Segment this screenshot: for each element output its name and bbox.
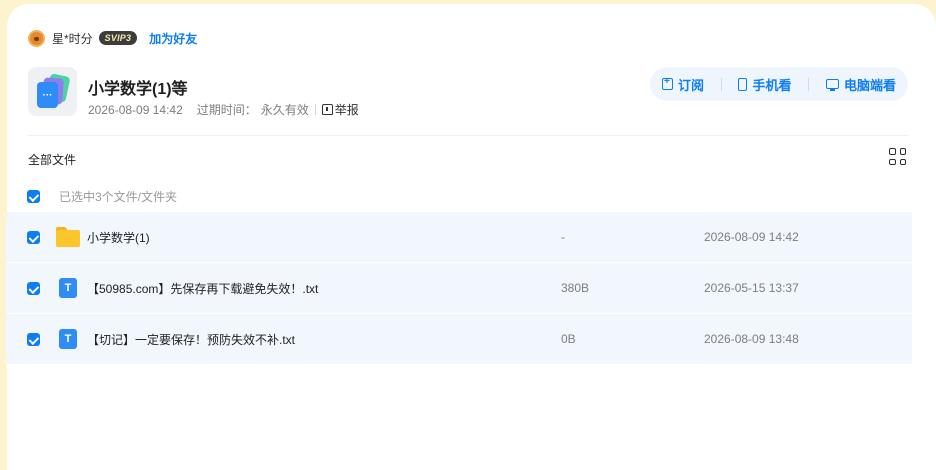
all-files-breadcrumb[interactable]: 全部文件: [28, 151, 76, 168]
folder-icon: [56, 227, 80, 247]
share-title: 小学数学(1)等: [88, 81, 188, 98]
username: 星*时分: [52, 31, 93, 46]
share-bundle-icon: ···: [28, 67, 77, 116]
file-date: 2026-08-09 13:48: [704, 332, 799, 346]
file-date: 2026-05-15 13:37: [704, 281, 799, 295]
meta-divider: [314, 104, 316, 115]
monitor-icon: [825, 79, 839, 91]
pc-view-label: 电脑端看: [843, 77, 896, 93]
report-icon: [321, 104, 333, 115]
pc-view-button[interactable]: 电脑端看: [825, 75, 896, 94]
file-name[interactable]: 【切记】一定要保存！预防失效不补.txt: [87, 331, 295, 348]
add-friend-link[interactable]: 加为好友: [149, 30, 197, 47]
file-name[interactable]: 小学数学(1): [87, 229, 150, 246]
file-size: 380B: [561, 281, 590, 295]
file-size: -: [561, 230, 565, 244]
file-row-txt[interactable]: T 【50985.com】先保存再下载避免失效！.txt 380B 2026-0…: [6, 263, 912, 314]
text-file-icon: T: [59, 329, 77, 349]
expire-label: 过期时间：: [196, 103, 257, 117]
selection-summary: 已选中3个文件/文件夹: [59, 190, 178, 204]
mobile-view-label: 手机看: [752, 77, 792, 93]
file-row-txt[interactable]: T 【切记】一定要保存！预防失效不补.txt 0B 2026-08-09 13:…: [6, 314, 912, 365]
header-divider: [28, 135, 908, 136]
grid-view-icon[interactable]: [889, 148, 906, 165]
report-link[interactable]: 举报: [321, 101, 359, 118]
text-file-icon: T: [59, 278, 77, 298]
row-checkbox[interactable]: [27, 282, 40, 295]
phone-icon: [738, 77, 748, 91]
subscribe-button[interactable]: 订阅: [662, 75, 704, 94]
share-meta: 2026-08-09 14:42 过期时间： 永久有效 举报: [88, 101, 359, 118]
share-header: ··· 小学数学(1)等 2026-08-09 14:42 过期时间： 永久有效…: [28, 67, 908, 119]
row-checkbox[interactable]: [27, 333, 40, 346]
file-row-folder[interactable]: 小学数学(1) - 2026-08-09 14:42: [6, 212, 912, 263]
file-date: 2026-08-09 14:42: [704, 230, 799, 244]
file-list: 小学数学(1) - 2026-08-09 14:42 T 【50985.com】…: [6, 212, 912, 365]
mobile-view-button[interactable]: 手机看: [738, 75, 792, 94]
expire-value: 永久有效: [260, 103, 309, 117]
avatar[interactable]: [28, 29, 45, 47]
subscribe-label: 订阅: [678, 77, 705, 93]
select-all-checkbox[interactable]: [27, 190, 40, 203]
file-name[interactable]: 【50985.com】先保存再下载避免失效！.txt: [87, 280, 318, 297]
action-divider: [720, 77, 722, 91]
sharer-info: 星*时分 SVIP3 加为好友: [28, 29, 197, 47]
subscribe-icon: [662, 76, 673, 90]
select-all-row: 已选中3个文件/文件夹: [27, 188, 177, 205]
vip-badge: SVIP3: [98, 31, 138, 45]
share-date: 2026-08-09 14:42: [88, 102, 183, 117]
row-checkbox[interactable]: [27, 231, 40, 244]
view-actions: 订阅 手机看 电脑端看: [650, 67, 908, 101]
action-divider: [808, 77, 810, 91]
report-label: 举报: [334, 103, 359, 117]
file-size: 0B: [561, 332, 576, 346]
